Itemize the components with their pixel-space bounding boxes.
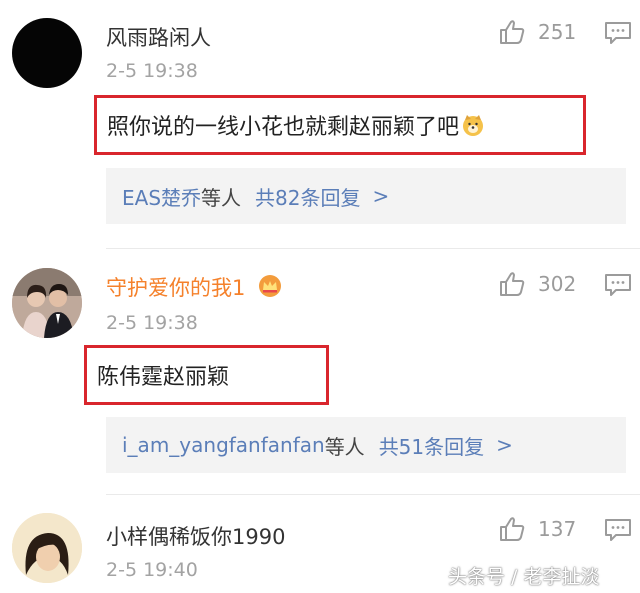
thumbs-up-icon [500,272,525,296]
reply-preview[interactable]: i_am_yangfanfanfan 等人 共51条回复 > [106,417,626,473]
comment-item: 风雨路闲人 2-5 19:38 251 照你说的一线小花也就剩赵丽颖了吧 EAS… [0,0,640,250]
avatar-photo-icon [12,513,82,583]
reply-user-link[interactable]: EAS楚乔 [122,182,201,211]
like-button[interactable]: 251 [498,18,576,46]
like-button[interactable]: 302 [498,270,576,298]
reply-count-link[interactable]: 共51条回复 [379,431,484,460]
comment-timestamp: 2-5 19:40 [106,559,198,581]
comment-item: 守护爱你的我1 2-5 19:38 302 陈伟霆赵丽颖 i_am_yangfa… [0,250,640,495]
reply-etc-label: 等人 [324,434,365,459]
comment-username[interactable]: 风雨路闲人 [106,22,211,52]
comment-timestamp: 2-5 19:38 [106,60,198,82]
comment-content: 陈伟霆赵丽颖 [84,345,329,405]
comment-username-text: 守护爱你的我1 [106,276,246,300]
chevron-right-icon: > [496,433,513,457]
reply-count-link[interactable]: 共82条回复 [255,182,360,211]
comment-text: 陈伟霆赵丽颖 [97,365,230,390]
reply-user-link[interactable]: i_am_yangfanfanfan [122,433,325,457]
like-count: 251 [538,20,577,44]
crown-icon [259,275,282,297]
comment-timestamp: 2-5 19:38 [106,312,198,334]
reply-comment-icon[interactable] [603,517,633,543]
reply-preview[interactable]: EAS楚乔 等人 共82条回复 > [106,168,626,224]
reply-comment-icon[interactable] [603,20,633,46]
comment-text: 照你说的一线小花也就剩赵丽颖了吧 [107,115,460,140]
doge-emoji-icon [463,115,484,136]
like-button[interactable]: 137 [498,515,576,543]
comment-username[interactable]: 小样偶稀饭你1990 [106,521,285,551]
reply-etc-label: 等人 [201,185,242,210]
avatar[interactable] [12,513,82,583]
avatar[interactable] [12,268,82,338]
thumbs-up-icon [500,517,525,541]
divider [106,248,640,249]
comment-content: 照你说的一线小花也就剩赵丽颖了吧 [94,95,586,155]
thumbs-up-icon [500,20,525,44]
avatar[interactable] [12,18,82,88]
watermark: 头条号 / 老李扯淡 [448,566,600,588]
avatar-photo-icon [12,268,82,338]
reply-comment-icon[interactable] [603,272,633,298]
chevron-right-icon: > [372,184,390,208]
like-count: 302 [538,272,577,296]
like-count: 137 [538,517,577,541]
comment-username[interactable]: 守护爱你的我1 [106,272,282,302]
